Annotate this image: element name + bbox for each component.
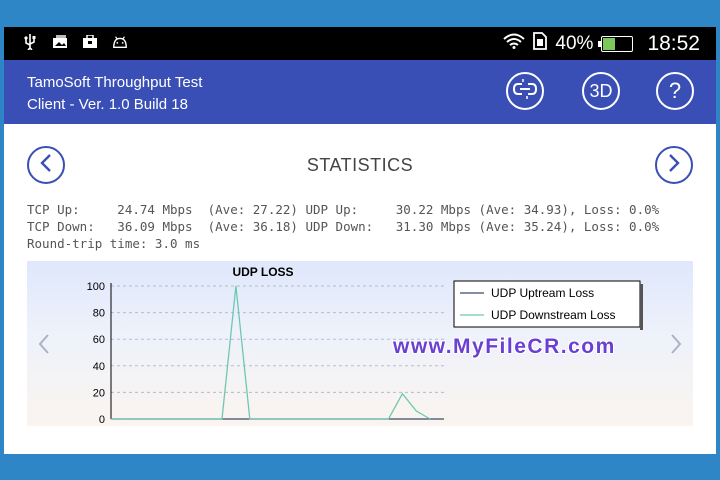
next-page-button[interactable] (655, 146, 693, 184)
status-bar: 40% 18:52 (4, 27, 716, 60)
battery-icon (598, 35, 634, 52)
y-tick-label-100: 100 (87, 281, 105, 293)
udp-loss-chart: UDP LOSS 0 20 40 60 80 100 UDP Uptream Loss UDP … (27, 261, 693, 426)
3d-view-button[interactable]: 3D (582, 72, 620, 110)
legend-label-2: UDP Downstream Loss (491, 308, 616, 322)
chart-prev-arrow-icon[interactable] (37, 333, 51, 360)
android-icon (112, 35, 128, 49)
app-version: Client - Ver. 1.0 Build 18 (27, 96, 188, 113)
y-tick-label-20: 20 (93, 387, 105, 399)
y-tick-label-60: 60 (93, 334, 105, 346)
page-title: STATISTICS (306, 155, 414, 175)
chart-next-arrow-icon[interactable] (669, 333, 683, 360)
clock: 18:52 (647, 31, 700, 55)
series-line-2 (111, 285, 431, 420)
help-button-label: ? (668, 78, 682, 103)
briefcase-icon (82, 35, 98, 49)
system-icons: 40% 18:52 (503, 27, 700, 60)
notification-icons (22, 34, 128, 50)
broken-link-icon (512, 78, 538, 104)
3d-button-label: 3D (589, 80, 613, 101)
tcp-up-stats: TCP Up: 24.74 Mbps (Ave: 27.22) UDP Up: … (27, 202, 660, 217)
disconnect-button[interactable] (506, 72, 544, 110)
legend-label-1: UDP Uptream Loss (491, 286, 594, 300)
chart-title: UDP LOSS (232, 265, 293, 279)
sim-icon (533, 32, 548, 55)
watermark: www.MyFileCR.com (393, 335, 616, 358)
app-bar: TamoSoft Throughput Test Client - Ver. 1… (4, 60, 716, 124)
round-trip-time: Round-trip time: 3.0 ms (27, 236, 201, 251)
device-screen: 40% 18:52 TamoSoft Throughput Test Clien… (4, 27, 716, 454)
chevron-right-icon (667, 153, 681, 178)
help-button[interactable]: ? (656, 72, 694, 110)
y-tick-label-80: 80 (93, 308, 105, 320)
wifi-icon (503, 33, 526, 54)
app-title: TamoSoft Throughput Test (27, 74, 203, 91)
battery-percent: 40% (555, 32, 594, 54)
tcp-down-stats: TCP Down: 36.09 Mbps (Ave: 36.18) UDP Do… (27, 219, 660, 234)
main-content: STATISTICS TCP Up: 24.74 Mbps (Ave: 27.2… (4, 124, 716, 454)
photo-icon (52, 35, 68, 49)
bottom-frame (0, 454, 720, 480)
y-tick-label-40: 40 (93, 361, 105, 373)
legend-shadow (640, 284, 643, 330)
usb-icon (22, 34, 38, 50)
y-tick-label-0: 0 (99, 414, 105, 426)
